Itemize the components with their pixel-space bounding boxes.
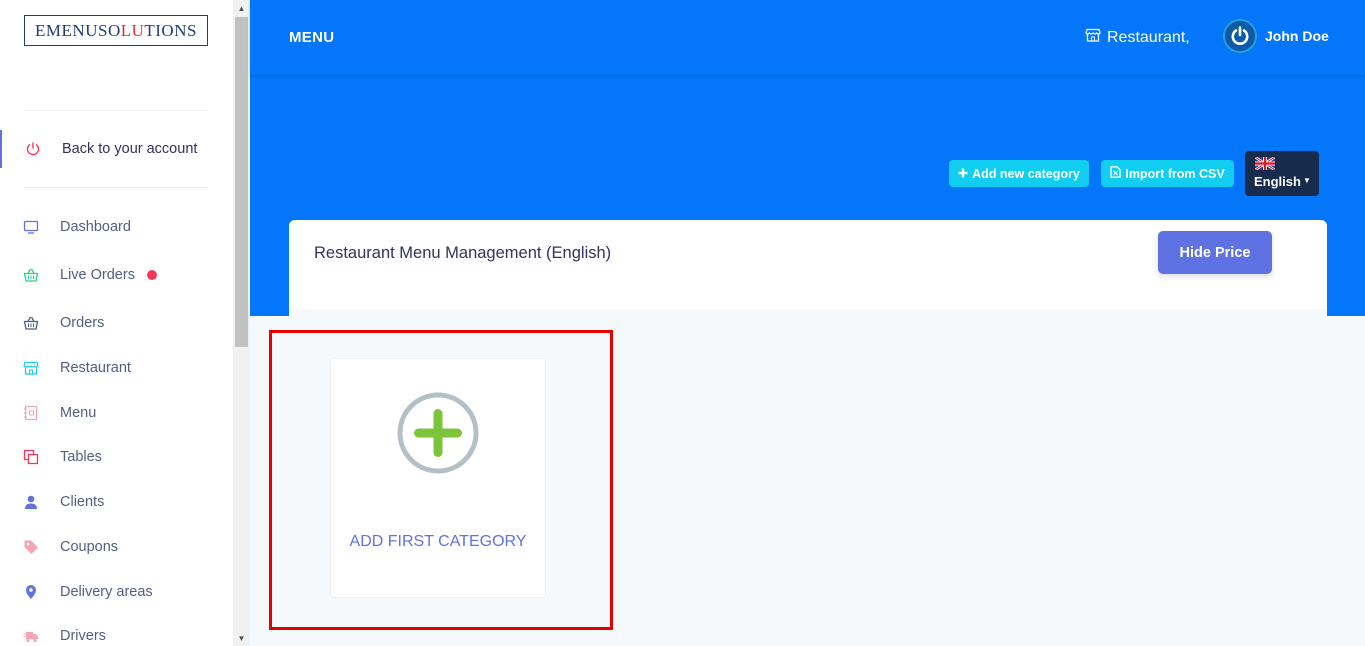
power-icon <box>24 140 42 158</box>
menu-icon <box>22 404 40 422</box>
shop-icon <box>1085 27 1101 48</box>
sidebar-item-menu[interactable]: Menu <box>0 397 233 429</box>
back-to-account-label: Back to your account <box>62 141 198 157</box>
top-navbar: MENU Restaurant, John Doe <box>250 0 1365 75</box>
caret-down-icon: ▼ <box>1303 176 1311 185</box>
scroll-thumb[interactable] <box>235 17 248 347</box>
scroll-down-arrow-icon[interactable]: ▼ <box>233 630 250 646</box>
user-icon <box>22 493 40 511</box>
back-to-account-link[interactable]: Back to your account <box>0 130 233 168</box>
highlight-box <box>269 330 613 630</box>
sidebar-item-delivery-areas[interactable]: Delivery areas <box>0 576 233 608</box>
language-dropdown[interactable]: English ▼ <box>1245 151 1319 196</box>
map-pin-icon <box>22 583 40 601</box>
hide-price-button[interactable]: Hide Price <box>1158 231 1272 274</box>
import-from-csv-button[interactable]: Import from CSV <box>1101 160 1234 187</box>
delivery-icon <box>22 627 40 645</box>
sidebar-item-dashboard[interactable]: Dashboard <box>0 211 233 243</box>
restaurant-link[interactable]: Restaurant, <box>1085 27 1190 48</box>
basket-icon <box>22 266 40 284</box>
sidebar-divider <box>24 110 208 111</box>
file-icon <box>1110 166 1121 181</box>
sidebar-item-restaurant[interactable]: Restaurant <box>0 352 233 384</box>
sidebar-item-coupons[interactable]: Coupons <box>0 531 233 563</box>
sidebar-item-orders[interactable]: Orders <box>0 307 233 339</box>
scroll-up-arrow-icon[interactable]: ▲ <box>233 0 250 16</box>
sidebar-item-clients[interactable]: Clients <box>0 486 233 518</box>
sidebar-item-live-orders[interactable]: Live Orders <box>0 259 233 291</box>
monitor-icon <box>22 218 40 236</box>
card-title: Restaurant Menu Management (English) <box>314 244 612 262</box>
user-name: John Doe <box>1265 28 1329 44</box>
tables-icon <box>22 448 40 466</box>
basket-icon <box>22 314 40 332</box>
sidebar-item-tables[interactable]: Tables <box>0 441 233 473</box>
uk-flag-icon <box>1254 155 1276 175</box>
card-header: Restaurant Menu Management (English) Hid… <box>289 220 1327 309</box>
page-title[interactable]: MENU <box>289 29 334 46</box>
sidebar-divider <box>24 187 208 188</box>
tag-icon <box>22 538 40 556</box>
sidebar-item-drivers[interactable]: Drivers <box>0 620 233 646</box>
restaurant-link-label: Restaurant, <box>1107 28 1190 46</box>
live-status-dot <box>147 270 157 280</box>
avatar <box>1223 19 1257 53</box>
sidebar-scrollbar[interactable]: ▲ ▼ <box>233 0 250 646</box>
brand-logo[interactable]: EMENUSO LU TIONS <box>24 15 208 46</box>
plus-icon <box>958 167 968 181</box>
shop-icon <box>22 359 40 377</box>
user-menu[interactable]: John Doe <box>1223 19 1329 53</box>
add-new-category-button[interactable]: Add new category <box>949 160 1089 187</box>
language-label: English <box>1254 174 1301 189</box>
sidebar: EMENUSO LU TIONS Back to your account Dash… <box>0 0 233 646</box>
